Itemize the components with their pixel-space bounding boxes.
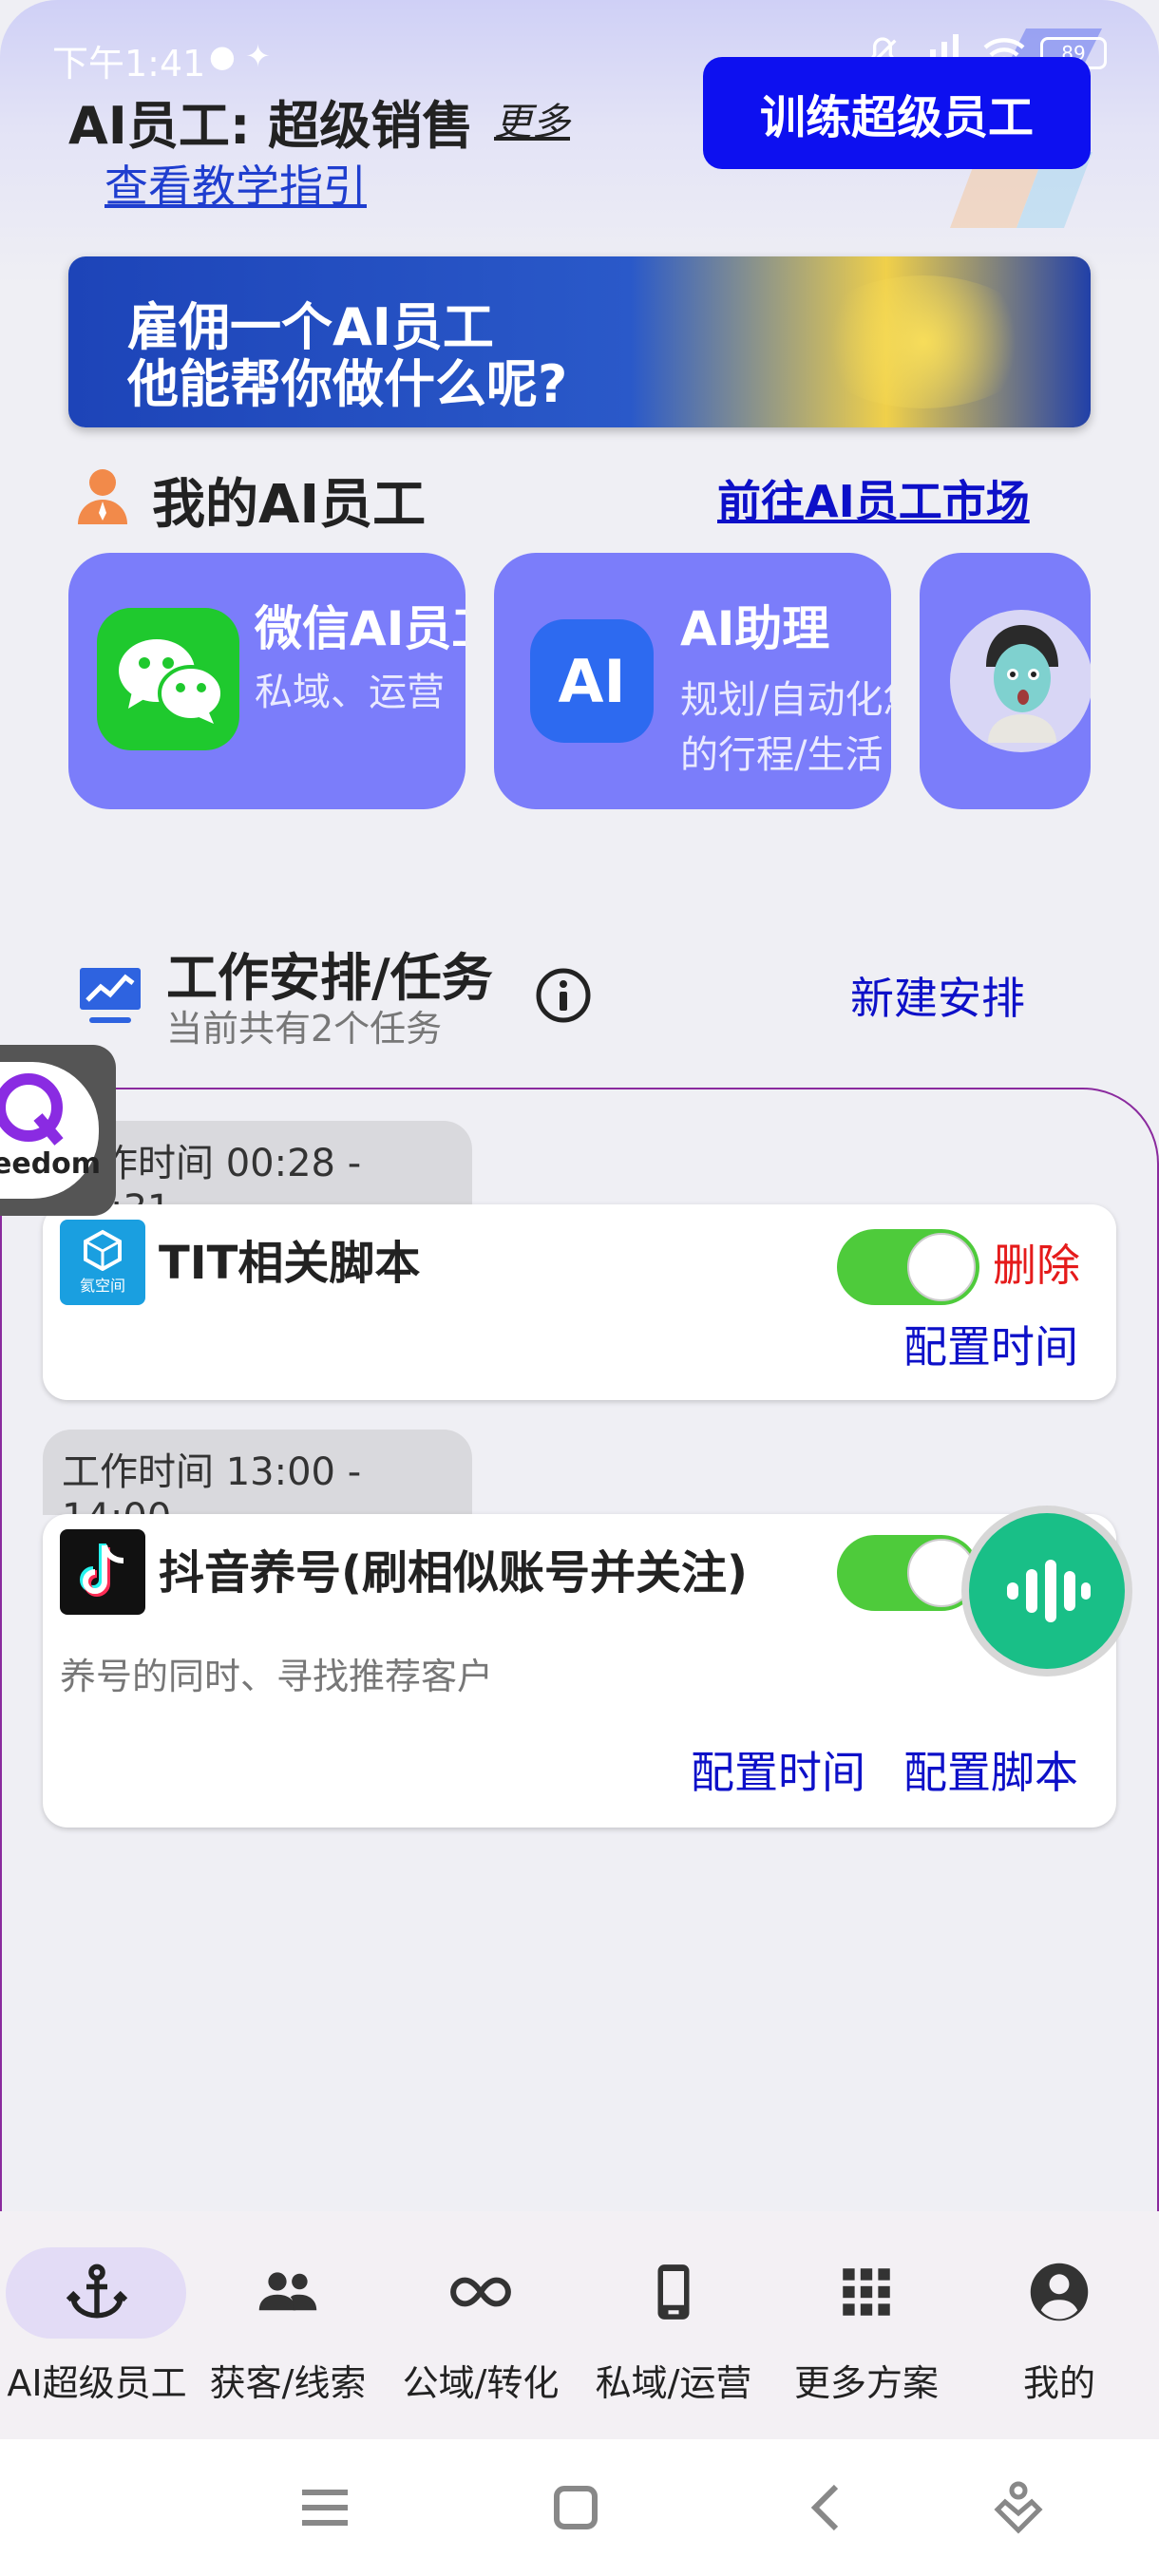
nav-ai-employee[interactable]: AI超级员工: [2, 2211, 192, 2439]
new-plan-button[interactable]: 新建安排: [850, 964, 1025, 1027]
task-time-tab: 工作时间 13:00 - 14:00: [43, 1430, 472, 1540]
page-title: AI员工: 超级销售: [68, 96, 474, 156]
employee-name: 微信AI员工: [255, 601, 466, 656]
people-icon: [258, 2272, 317, 2311]
cube-icon-label: 氦空间: [79, 1277, 125, 1295]
phone-icon: [657, 2264, 690, 2320]
task-card: 抖音养号(刷相似账号并关注) 养号的同时、寻找推荐客户 配置时间 配置脚本: [43, 1514, 1116, 1828]
person-icon: [78, 469, 127, 524]
anchor-icon: [66, 2263, 128, 2319]
menu-icon[interactable]: [294, 2477, 355, 2538]
nav-label: 公域/转化: [402, 2362, 560, 2404]
employee-desc-line: 的行程/生活: [680, 733, 884, 777]
banner-image: [809, 275, 1037, 408]
douyin-icon: [60, 1529, 145, 1615]
task-enable-toggle[interactable]: [837, 1229, 979, 1305]
nav-more-solutions[interactable]: 更多方案: [771, 2211, 961, 2439]
task-card: 氦空间 TIT相关脚本 删除 配置时间: [43, 1204, 1116, 1400]
more-link[interactable]: 更多: [494, 91, 570, 146]
wechat-notification-icon: ● ✦: [209, 38, 271, 74]
employee-market-link[interactable]: 前往AI员工市场: [717, 467, 1030, 530]
voice-icon: [969, 1513, 1125, 1669]
back-icon[interactable]: [798, 2477, 859, 2538]
configure-time-button[interactable]: 配置时间: [691, 1738, 865, 1801]
nav-leads[interactable]: 获客/线索: [193, 2211, 383, 2439]
nav-mine[interactable]: 我的: [964, 2211, 1154, 2439]
cube-icon: 氦空间: [60, 1220, 145, 1305]
nav-public-domain[interactable]: 公域/转化: [386, 2211, 576, 2439]
info-icon[interactable]: [535, 967, 592, 1024]
guide-link[interactable]: 查看教学指引: [104, 152, 367, 215]
voice-assistant-button[interactable]: [961, 1506, 1132, 1676]
employee-card-ai-assistant[interactable]: AI AI助理 规划/自动化您 的行程/生活: [494, 553, 891, 809]
task-name: TIT相关脚本: [159, 1237, 421, 1290]
promo-banner[interactable]: 雇佣一个AI员工 他能帮你做什么呢?: [68, 256, 1091, 427]
infinity-icon: [450, 2277, 511, 2307]
toggle-knob: [907, 1233, 976, 1301]
configure-time-button[interactable]: 配置时间: [903, 1313, 1078, 1375]
employee-name: AI助理: [680, 601, 830, 656]
status-time: 下午1:41: [52, 43, 206, 85]
chart-icon: [80, 968, 141, 1023]
nav-label: AI超级员工: [7, 2362, 187, 2404]
nav-label: 更多方案: [793, 2362, 939, 2404]
tasks-count: 当前共有2个任务: [166, 1008, 443, 1050]
employee-desc: 规划/自动化您 的行程/生活: [680, 672, 891, 783]
employee-desc: 私域、运营: [255, 665, 445, 720]
nav-label: 私域/运营: [595, 2362, 752, 2404]
delete-task-button[interactable]: 删除: [993, 1231, 1080, 1294]
nav-label: 我的: [1022, 2362, 1095, 2404]
bottom-nav: AI超级员工 获客/线索 公域/转化 私域/运营 更多方案 我的: [0, 2211, 1159, 2439]
task-name: 抖音养号(刷相似账号并关注): [159, 1546, 748, 1600]
employee-desc-line: 规划/自动化您: [680, 678, 891, 722]
task-enable-toggle[interactable]: [837, 1535, 979, 1611]
employee-desc-line: 私域、运营: [255, 671, 445, 714]
my-employees-title: 我的AI员工: [152, 474, 427, 536]
grid-icon: [843, 2268, 890, 2316]
train-employee-button[interactable]: 训练超级员工: [703, 57, 1091, 169]
banner-line-2: 他能帮你做什么呢?: [127, 354, 568, 414]
employee-card-wechat[interactable]: 微信AI员工 私域、运营: [68, 553, 466, 809]
wechat-icon: [97, 608, 239, 750]
system-nav-bar: [0, 2439, 1159, 2576]
employee-card-avatar[interactable]: [920, 553, 1091, 809]
configure-script-button[interactable]: 配置脚本: [903, 1738, 1078, 1801]
account-icon: [1030, 2263, 1089, 2321]
assistant-icon[interactable]: [988, 2477, 1049, 2538]
floating-app-button[interactable]: eedom: [0, 1045, 116, 1216]
task-description: 养号的同时、寻找推荐客户: [60, 1656, 494, 1697]
ai-icon: AI: [530, 619, 654, 743]
nav-label: 获客/线索: [209, 2362, 367, 2404]
avatar-icon: [950, 610, 1091, 752]
home-icon[interactable]: [545, 2477, 606, 2538]
nav-private-domain[interactable]: 私域/运营: [579, 2211, 769, 2439]
floating-app-label: eedom: [0, 1147, 102, 1181]
